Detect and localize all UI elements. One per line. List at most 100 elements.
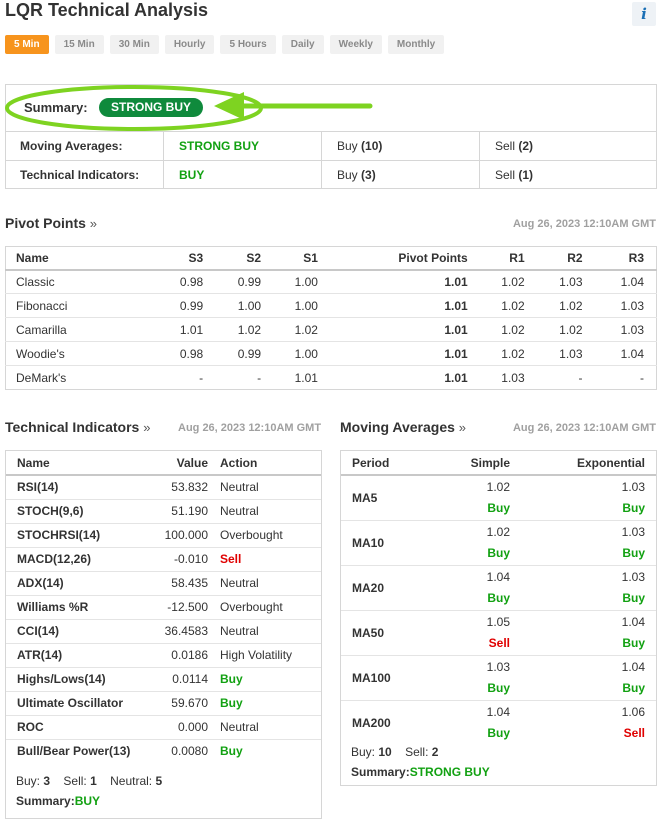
moving-averages-heading[interactable]: Moving Averages » bbox=[340, 419, 466, 435]
pivot-row-name: Camarilla bbox=[16, 322, 67, 337]
ti-value: 0.000 bbox=[177, 720, 208, 734]
summary-label: Summary: bbox=[24, 100, 88, 115]
ti-action: Overbought bbox=[220, 600, 283, 614]
ti-action: Buy bbox=[220, 696, 243, 710]
ma-simple-value: 1.02 bbox=[486, 525, 510, 539]
ma-simple-action: Buy bbox=[487, 501, 510, 515]
ti-row: ATR(14) 0.0186 High Volatility bbox=[6, 643, 321, 667]
summary-row-moving-averages: Moving Averages: STRONG BUY Buy (10) Sel… bbox=[6, 131, 656, 160]
ma-simple: 1.05 Sell bbox=[441, 611, 511, 656]
pivot-cell: 1.02 bbox=[559, 322, 583, 337]
technical-indicators-panel: Name Value Action RSI(14) 53.832 Neutral STOCH… bbox=[5, 450, 322, 819]
tab-timeframe[interactable]: Hourly bbox=[164, 35, 215, 54]
pivot-cell: 1.01 bbox=[179, 322, 204, 337]
ti-row: CCI(14) 36.4583 Neutral bbox=[6, 619, 321, 643]
pivot-cell: 1.00 bbox=[294, 346, 318, 361]
ti-value: 0.0114 bbox=[172, 672, 208, 686]
pivot-cell: 1.03 bbox=[559, 274, 583, 289]
ti-action: Buy bbox=[220, 744, 243, 759]
pivot-row: Woodie's 0.98 0.99 1.00 1.01 1.02 1.03 1.04 bbox=[5, 341, 657, 366]
pivot-cell: 1.03 bbox=[501, 370, 525, 385]
moving-averages-table: Period Simple Exponential MA5 1.02 Buy 1.03 Buy… bbox=[341, 451, 656, 745]
summary-row-signal: BUY bbox=[179, 168, 205, 182]
ma-simple-value: 1.02 bbox=[486, 480, 510, 494]
pivot-cell: 1.01 bbox=[444, 298, 468, 313]
ma-row: MA20 1.04 Buy 1.03 Buy bbox=[341, 565, 656, 611]
ma-exponential-value: 1.03 bbox=[621, 570, 645, 584]
tab-timeframe[interactable]: 5 Min bbox=[5, 35, 49, 54]
ti-value: 59.670 bbox=[171, 696, 208, 710]
ma-simple-action: Sell bbox=[488, 636, 510, 650]
pivot-cell: - bbox=[199, 370, 204, 385]
pivot-cell: - bbox=[640, 370, 644, 385]
pivot-cell: 1.01 bbox=[444, 274, 468, 289]
pivot-cell: 1.03 bbox=[559, 346, 583, 361]
ti-value: 0.0080 bbox=[171, 744, 208, 759]
ma-exponential: 1.03 Buy bbox=[511, 521, 646, 566]
info-icon[interactable]: i bbox=[632, 2, 656, 26]
ti-row: Ultimate Oscillator 59.670 Buy bbox=[6, 691, 321, 715]
ti-value: 0.0186 bbox=[171, 648, 208, 662]
pivot-cell: 1.02 bbox=[501, 298, 525, 313]
ma-column-header: Exponential bbox=[576, 455, 645, 470]
pivot-row-name: DeMark's bbox=[16, 370, 67, 385]
ma-exponential-value: 1.06 bbox=[621, 705, 645, 719]
pivot-cell: 1.02 bbox=[237, 322, 262, 337]
pivot-header-row: Name S3 S2 S1 Pivot Points R1 R2 R3 bbox=[5, 247, 657, 270]
pivot-column-header: Pivot Points bbox=[398, 250, 468, 265]
pivot-cell: 1.03 bbox=[620, 322, 644, 337]
ti-row: STOCHRSI(14) 100.000 Overbought bbox=[6, 523, 321, 547]
tab-timeframe[interactable]: 5 Hours bbox=[220, 35, 276, 54]
tab-timeframe[interactable]: Monthly bbox=[387, 35, 445, 54]
ma-exponential: 1.04 Buy bbox=[511, 656, 646, 701]
ma-exponential-action: Buy bbox=[622, 501, 645, 515]
pivot-cell: - bbox=[257, 370, 262, 385]
ti-action: Neutral bbox=[220, 624, 259, 638]
ti-column-header: Name bbox=[17, 455, 50, 470]
pivot-cell: 0.99 bbox=[237, 346, 262, 361]
summary-row-name: Moving Averages: bbox=[20, 139, 123, 153]
ti-row: MACD(12,26) -0.010 Sell bbox=[6, 547, 321, 571]
pivot-points-table: Name S3 S2 S1 Pivot Points R1 R2 R3 Classic 0.98 0… bbox=[5, 246, 657, 390]
ti-action: Overbought bbox=[220, 528, 283, 542]
ma-period: MA200 bbox=[352, 716, 391, 730]
ti-row: STOCH(9,6) 51.190 Neutral bbox=[6, 499, 321, 523]
tab-timeframe[interactable]: 30 Min bbox=[109, 35, 159, 54]
tab-timeframe[interactable]: 15 Min bbox=[54, 35, 104, 54]
ti-action: Buy bbox=[220, 672, 243, 686]
ma-exponential-action: Buy bbox=[622, 636, 645, 650]
ti-action: High Volatility bbox=[220, 648, 293, 662]
pivot-cell: 1.02 bbox=[559, 298, 583, 313]
moving-averages-counts: Buy: 10 Sell: 2 bbox=[351, 745, 439, 759]
pivot-points-heading[interactable]: Pivot Points » bbox=[5, 215, 97, 231]
ti-name: Williams %R bbox=[17, 600, 89, 614]
tab-timeframe[interactable]: Daily bbox=[281, 35, 324, 54]
ma-period: MA50 bbox=[352, 626, 385, 640]
ma-exponential: 1.06 Sell bbox=[511, 701, 646, 746]
summary-row-sell: Sell (2) bbox=[495, 139, 534, 153]
pivot-cell: 1.04 bbox=[620, 346, 644, 361]
ma-exponential-value: 1.03 bbox=[621, 480, 645, 494]
moving-averages-summary: Summary:STRONG BUY bbox=[351, 765, 490, 779]
summary-row-buy: Buy (3) bbox=[337, 168, 376, 182]
pivot-cell: 0.98 bbox=[179, 274, 204, 289]
pivot-cell: 1.00 bbox=[294, 298, 318, 313]
ma-simple-value: 1.05 bbox=[486, 615, 510, 629]
ma-simple-action: Buy bbox=[487, 591, 510, 605]
ma-row: MA10 1.02 Buy 1.03 Buy bbox=[341, 520, 656, 566]
summary-row-name: Technical Indicators: bbox=[20, 168, 140, 182]
ma-simple: 1.02 Buy bbox=[441, 475, 511, 521]
technical-indicators-heading[interactable]: Technical Indicators » bbox=[5, 419, 150, 435]
ti-name: ROC bbox=[17, 720, 44, 734]
ti-value: 51.190 bbox=[171, 504, 208, 518]
ti-row: RSI(14) 53.832 Neutral bbox=[6, 475, 321, 499]
ti-name: Highs/Lows(14) bbox=[17, 672, 106, 686]
ti-column-header: Action bbox=[220, 455, 258, 470]
ti-name: MACD(12,26) bbox=[17, 552, 92, 566]
ma-simple: 1.02 Buy bbox=[441, 521, 511, 566]
ti-name: Bull/Bear Power(13) bbox=[17, 744, 131, 759]
tab-timeframe[interactable]: Weekly bbox=[329, 35, 382, 54]
ti-column-header: Value bbox=[176, 455, 208, 470]
pivot-cell: 1.04 bbox=[620, 274, 644, 289]
ma-period: MA10 bbox=[352, 536, 385, 550]
